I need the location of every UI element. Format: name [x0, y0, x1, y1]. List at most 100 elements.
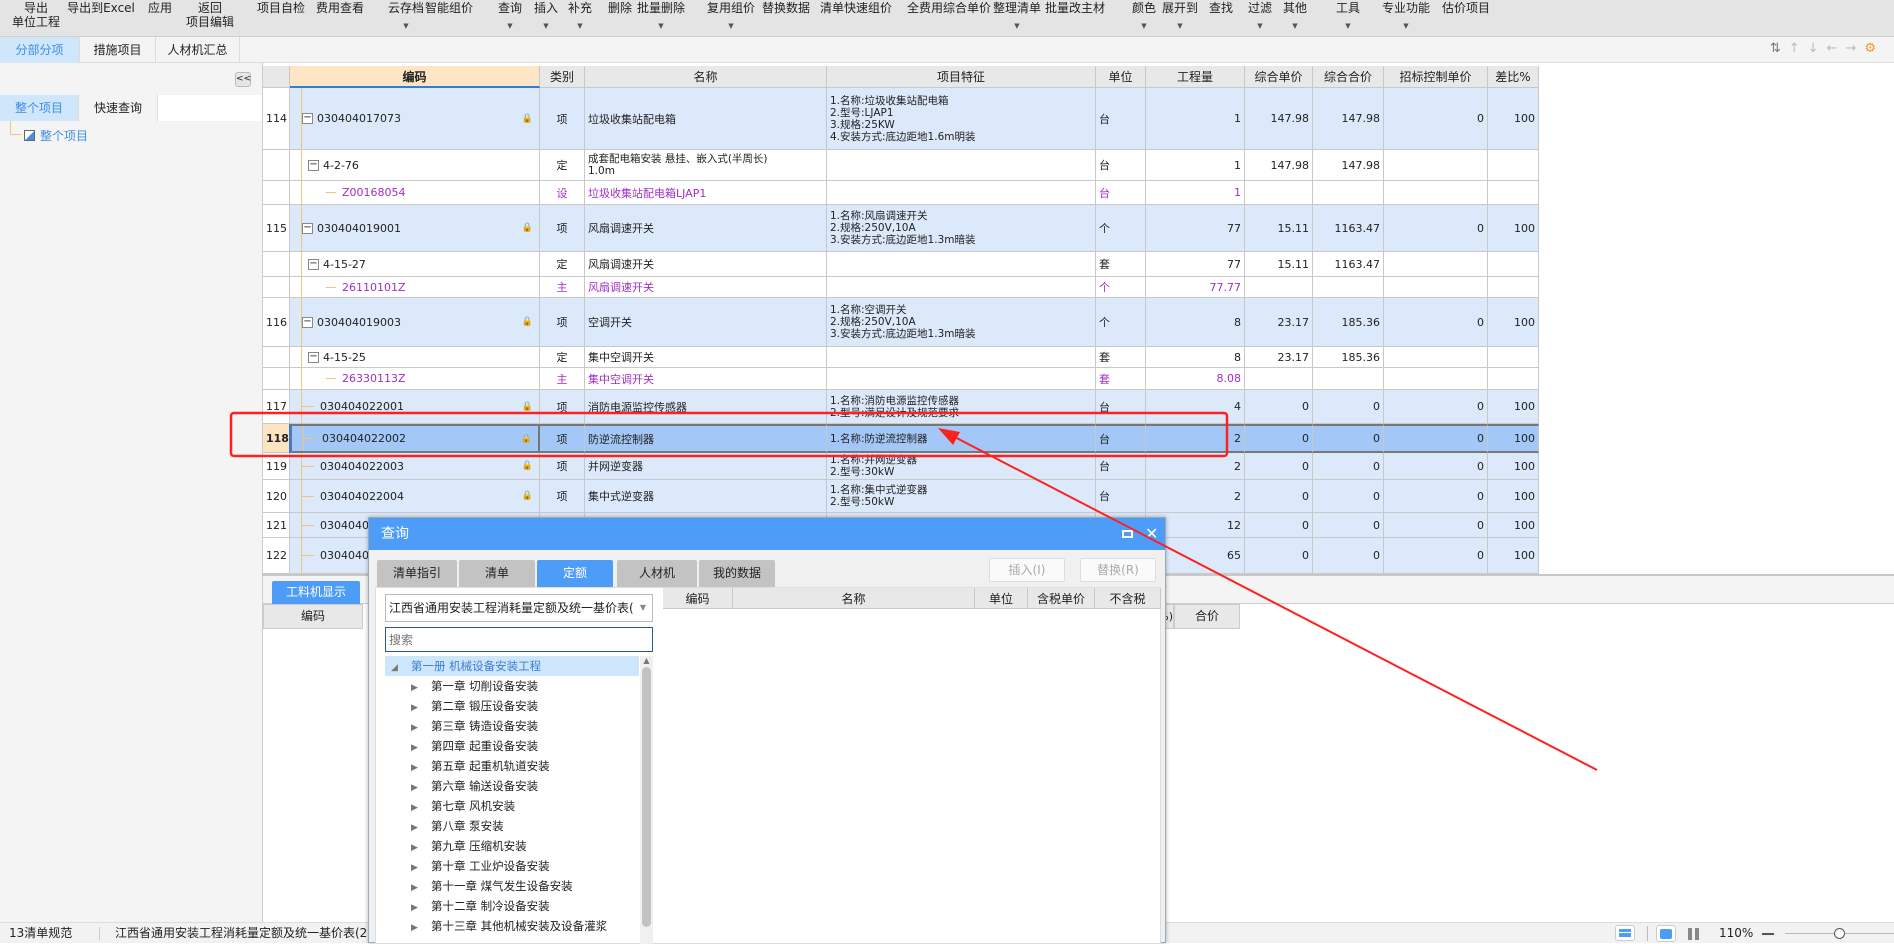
cell-num[interactable]: 114: [263, 88, 290, 150]
library-select[interactable]: 江西省通用安装工程消耗量定额及统一基价表(▼: [385, 594, 653, 622]
cell-qty: 8: [1146, 347, 1245, 368]
toolbar-button-16[interactable]: 全费用综合单价: [907, 1, 992, 15]
quota-col-4[interactable]: 不含税: [1095, 588, 1161, 609]
dialog-title-bar[interactable]: 查询 ✕: [369, 518, 1165, 550]
col-header-10[interactable]: 差比%: [1488, 66, 1539, 88]
cell-qty: 77: [1146, 252, 1245, 277]
cell-num[interactable]: [263, 150, 290, 181]
cell-num[interactable]: 117: [263, 390, 290, 424]
tree-chapter[interactable]: ▶ 第七章 风机安装: [385, 796, 515, 816]
toolbar-label: 替换数据: [761, 1, 810, 15]
tab-cuoshi[interactable]: 措施项目: [80, 37, 156, 63]
maximize-icon[interactable]: [1122, 530, 1133, 538]
dialog-tab-4[interactable]: 我的数据: [699, 560, 775, 587]
tree-chapter[interactable]: ▶ 第二章 锻压设备安装: [385, 696, 538, 716]
material-display-button[interactable]: 工料机显示: [272, 581, 360, 604]
cell-code: 26110101Z: [290, 277, 540, 298]
cell-num[interactable]: [263, 277, 290, 298]
cell-num[interactable]: [263, 368, 290, 390]
zoom-out-icon[interactable]: [1762, 933, 1774, 935]
quota-col-0[interactable]: 编码: [663, 588, 733, 609]
row-move-icons[interactable]: ⇅↑↓←→⚙: [1770, 41, 1884, 56]
tree-chapter[interactable]: ▶ 第十章 工业炉设备安装: [385, 856, 550, 876]
tree-root[interactable]: ◢ 第一册 机械设备安装工程: [385, 656, 639, 676]
collapse-toggle-icon[interactable]: −: [308, 351, 319, 363]
tree-chapter[interactable]: ▶ 第十一章 煤气发生设备安装: [385, 876, 573, 896]
col-header-5[interactable]: 单位: [1096, 66, 1146, 88]
tree-branch-line: [326, 192, 336, 193]
cell-num[interactable]: [263, 347, 290, 368]
cell-num[interactable]: 120: [263, 480, 290, 513]
tree-chapter[interactable]: ▶ 第十二章 制冷设备安装: [385, 896, 550, 916]
tree-chapter[interactable]: ▶ 第五章 起重机轨道安装: [385, 756, 550, 776]
tab-rencaiji[interactable]: 人材机汇总: [156, 37, 240, 63]
col-header-6[interactable]: 工程量: [1146, 66, 1245, 88]
tree-chapter[interactable]: ▶ 第四章 起重设备安装: [385, 736, 538, 756]
cell-name: 并网逆变器: [585, 453, 827, 480]
dropdown-arrow-icon: ▼: [1403, 22, 1409, 30]
tree-chapter[interactable]: ▶ 第一章 切削设备安装: [385, 676, 538, 696]
toolbar-button-3[interactable]: 返回 项目编辑: [170, 1, 250, 29]
insert-button[interactable]: 插入(I): [989, 558, 1065, 582]
collapsed-triangle-icon: ▶: [411, 823, 418, 833]
tree-scrollbar[interactable]: ▲: [640, 656, 653, 944]
collapse-panel-button[interactable]: <<: [235, 72, 251, 87]
dialog-tab-1[interactable]: 清单: [459, 560, 535, 587]
tree-chapter[interactable]: ▶ 第十三章 其他机械安装及设备灌浆: [385, 916, 607, 936]
query-dialog: 查询 ✕ 清单指引 清单 定额 人材机 我的数据 插入(I) 替换(R) 江西省通用安装…: [368, 517, 1166, 944]
col-header-3[interactable]: 名称: [585, 66, 827, 88]
dialog-tab-2[interactable]: 定额: [537, 560, 613, 587]
cell-num[interactable]: 116: [263, 298, 290, 347]
tree-chapter[interactable]: ▶ 第九章 压缩机安装: [385, 836, 527, 856]
cell-num[interactable]: 121: [263, 513, 290, 538]
col-header-8[interactable]: 综合合价: [1313, 66, 1384, 88]
collapse-toggle-icon[interactable]: −: [302, 222, 313, 234]
tab-quick-query[interactable]: 快速查询: [79, 95, 158, 121]
toolbar-button-14[interactable]: 替换数据: [746, 1, 826, 15]
tree-item-whole-project[interactable]: 整个项目: [24, 127, 88, 144]
replace-button[interactable]: 替换(R): [1080, 558, 1156, 582]
zoom-slider-handle[interactable]: [1833, 928, 1845, 939]
cell-qty: 4: [1146, 390, 1245, 424]
cell-num[interactable]: 122: [263, 538, 290, 574]
cell-num[interactable]: 115: [263, 205, 290, 252]
collapse-toggle-icon[interactable]: −: [302, 113, 313, 124]
dialog-tab-0[interactable]: 清单指引: [377, 560, 457, 587]
close-icon[interactable]: ✕: [1145, 518, 1158, 550]
quota-col-1[interactable]: 名称: [733, 588, 975, 609]
tab-fenbu[interactable]: 分部分项: [0, 37, 80, 63]
collapse-toggle-icon[interactable]: −: [308, 159, 319, 171]
search-input[interactable]: [385, 627, 653, 652]
toolbar-label: 全费用综合单价: [907, 1, 992, 15]
cell-total: 0: [1313, 538, 1384, 574]
dialog-tab-3[interactable]: 人材机: [617, 560, 697, 587]
col-header-9[interactable]: 招标控制单价: [1384, 66, 1488, 88]
layout-horizontal-icon[interactable]: [1615, 925, 1635, 941]
col-header-2[interactable]: 类别: [540, 66, 585, 88]
tree-chapter[interactable]: ▶ 第三章 铸造设备安装: [385, 716, 538, 736]
cell-ctrl: 0: [1384, 424, 1488, 453]
quota-col-3[interactable]: 含税单价: [1028, 588, 1095, 609]
col-header-1[interactable]: 编码: [290, 66, 540, 88]
collapse-toggle-icon[interactable]: −: [302, 316, 313, 328]
tree-chapter[interactable]: ▶ 第六章 输送设备安装: [385, 776, 538, 796]
layout-columns-icon[interactable]: [1688, 928, 1699, 940]
tab-whole-project[interactable]: 整个项目: [0, 95, 79, 121]
toolbar-button-15[interactable]: 清单快速组价: [816, 1, 896, 15]
tree-chapter[interactable]: ▶ 第八章 泵安装: [385, 816, 504, 836]
cell-num[interactable]: 118: [263, 424, 290, 453]
layout-stack-icon[interactable]: [1656, 925, 1676, 942]
cell-num[interactable]: [263, 252, 290, 277]
toolbar-button-18[interactable]: 批量改主材: [1035, 1, 1115, 15]
col-header-4[interactable]: 项目特征: [827, 66, 1096, 88]
cell-num[interactable]: [263, 181, 290, 205]
feature-line: 1.名称:消防电源监控传感器: [830, 394, 960, 407]
toolbar-button-12[interactable]: 批量删除 ▼: [621, 1, 701, 31]
cell-num[interactable]: 119: [263, 453, 290, 480]
quota-col-2[interactable]: 单位: [975, 588, 1028, 609]
cell-ctrl: 0: [1384, 390, 1488, 424]
col-header-7[interactable]: 综合单价: [1245, 66, 1313, 88]
col-header-0[interactable]: [263, 66, 290, 88]
toolbar-button-26[interactable]: 估价项目: [1426, 1, 1506, 15]
collapse-toggle-icon[interactable]: −: [308, 258, 319, 270]
